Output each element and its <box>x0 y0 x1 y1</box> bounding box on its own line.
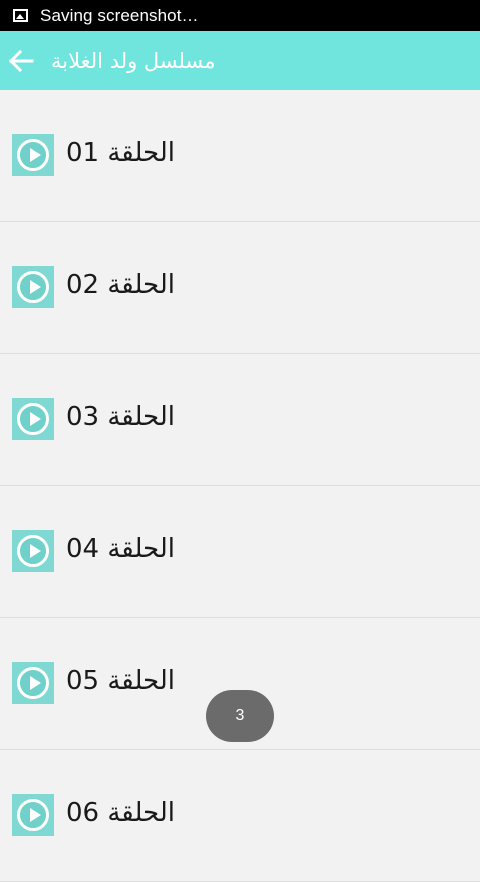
episode-label: الحلقة 05 <box>66 666 175 696</box>
episode-item-01[interactable]: الحلقة 01 <box>0 90 480 222</box>
episode-item-02[interactable]: الحلقة 02 <box>0 222 480 354</box>
status-bar: Saving screenshot… <box>0 0 480 31</box>
episode-item-04[interactable]: الحلقة 04 <box>0 486 480 618</box>
back-button[interactable] <box>6 46 36 76</box>
episode-item-06[interactable]: الحلقة 06 <box>0 750 480 882</box>
play-icon <box>12 794 54 836</box>
play-icon <box>12 530 54 572</box>
play-icon <box>12 134 54 176</box>
page-title: مسلسل ولد الغلابة <box>51 48 216 73</box>
status-text: Saving screenshot… <box>40 5 199 25</box>
arrow-left-icon <box>8 49 34 72</box>
episode-label: الحلقة 02 <box>66 270 175 300</box>
play-icon <box>12 266 54 308</box>
play-icon <box>12 398 54 440</box>
image-icon <box>13 9 28 22</box>
episode-item-03[interactable]: الحلقة 03 <box>0 354 480 486</box>
episode-list: الحلقة 01 الحلقة 02 الحلقة 03 الحلقة 04 … <box>0 90 480 882</box>
episode-label: الحلقة 04 <box>66 534 175 564</box>
play-icon <box>12 662 54 704</box>
episode-label: الحلقة 06 <box>66 798 175 828</box>
episode-label: الحلقة 01 <box>66 138 175 168</box>
toast-page-indicator: 3 <box>206 690 274 742</box>
app-bar: مسلسل ولد الغلابة <box>0 31 480 90</box>
episode-label: الحلقة 03 <box>66 402 175 432</box>
